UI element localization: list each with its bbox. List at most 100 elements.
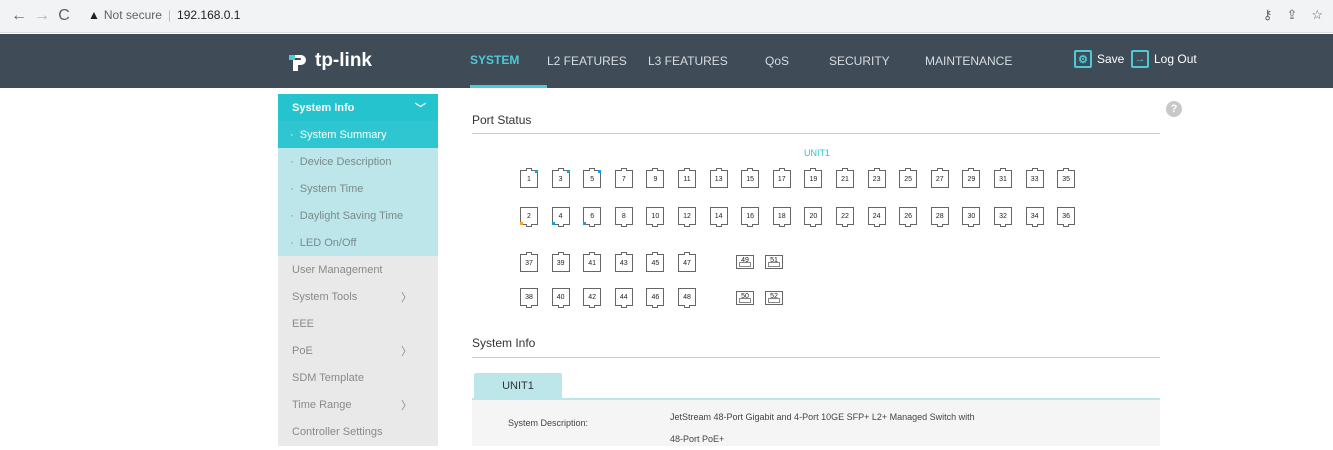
port-number: 11 <box>683 175 691 183</box>
port-22[interactable]: 22 <box>836 207 854 227</box>
port-29[interactable]: 29 <box>962 168 981 188</box>
save-button[interactable]: ⚙ Save <box>1074 50 1124 68</box>
port-11[interactable]: 11 <box>678 168 696 188</box>
port-13[interactable]: 13 <box>709 168 728 188</box>
help-icon[interactable]: ? <box>1166 101 1182 117</box>
port-notch <box>778 224 785 227</box>
sidebar-item-system-time[interactable]: · System Time <box>278 175 438 202</box>
port-47[interactable]: 47 <box>678 252 696 272</box>
port-31[interactable]: 31 <box>994 168 1012 188</box>
port-52[interactable]: 52 <box>765 291 783 305</box>
port-notch <box>652 224 659 227</box>
port-43[interactable]: 43 <box>614 252 633 272</box>
port-51[interactable]: 51 <box>765 255 783 269</box>
port-number: 16 <box>746 212 755 220</box>
back-arrow-icon[interactable]: ← <box>9 6 29 26</box>
sidebar-item-label: System Summary <box>299 128 387 141</box>
port-48[interactable]: 48 <box>678 288 696 308</box>
port-23[interactable]: 23 <box>867 168 886 188</box>
sidebar-item-daylight-saving-time[interactable]: · Daylight Saving Time <box>278 202 438 229</box>
port-46[interactable]: 46 <box>646 288 665 308</box>
tab-maintenance[interactable]: MAINTENANCE <box>925 34 1025 88</box>
port-20[interactable]: 20 <box>804 207 823 227</box>
sidebar-item-sdm-template[interactable]: SDM Template <box>278 364 438 391</box>
tab-l3-features[interactable]: L3 FEATURES <box>648 34 765 88</box>
port-38[interactable]: 38 <box>520 288 538 308</box>
save-gear-icon: ⚙ <box>1074 50 1092 68</box>
tab-system[interactable]: SYSTEM <box>470 34 547 88</box>
port-16[interactable]: 16 <box>741 207 760 227</box>
port-45[interactable]: 45 <box>646 252 665 272</box>
port-19[interactable]: 19 <box>804 168 823 188</box>
sidebar-item-poe[interactable]: PoE 〉 <box>278 337 438 364</box>
port-21[interactable]: 21 <box>836 168 854 188</box>
port-6[interactable]: 6 <box>583 207 602 227</box>
port-42[interactable]: 42 <box>583 288 602 308</box>
port-notch <box>1063 224 1070 227</box>
address-bar[interactable]: ▲ Not secure | 192.168.0.1 <box>88 8 240 22</box>
port-25[interactable]: 25 <box>899 168 918 188</box>
sidebar-item-device-description[interactable]: · Device Description <box>278 148 438 175</box>
sfp-slot <box>768 298 780 303</box>
sidebar-item-time-range[interactable]: Time Range 〉 <box>278 391 438 418</box>
port-5[interactable]: 5 <box>583 168 602 188</box>
sidebar-item-led-on-off[interactable]: · LED On/Off <box>278 229 438 256</box>
tab-unit1[interactable]: UNIT1 <box>474 373 562 398</box>
port-37[interactable]: 37 <box>520 252 538 272</box>
port-30[interactable]: 30 <box>962 207 981 227</box>
sidebar-group-system-info[interactable]: System Info ﹀ <box>278 94 438 121</box>
port-24[interactable]: 24 <box>867 207 886 227</box>
port-2[interactable]: 2 <box>520 207 538 227</box>
port-14[interactable]: 14 <box>709 207 728 227</box>
reload-icon[interactable]: C <box>54 6 74 26</box>
port-39[interactable]: 39 <box>551 252 570 272</box>
port-44[interactable]: 44 <box>614 288 633 308</box>
tab-security[interactable]: SECURITY <box>829 34 925 88</box>
port-number: 7 <box>621 175 626 183</box>
port-8[interactable]: 8 <box>614 207 633 227</box>
system-description-label: System Description: <box>508 418 589 428</box>
port-3[interactable]: 3 <box>551 168 570 188</box>
port-9[interactable]: 9 <box>646 168 665 188</box>
link-status-led <box>551 222 555 225</box>
star-icon[interactable]: ☆ <box>1311 7 1323 23</box>
sidebar-item-system-summary[interactable]: · System Summary <box>278 121 438 148</box>
port-number: 14 <box>714 212 723 220</box>
tab-qos[interactable]: QoS <box>765 34 829 88</box>
sidebar-item-eee[interactable]: EEE <box>278 310 438 337</box>
port-35[interactable]: 35 <box>1057 168 1076 188</box>
port-33[interactable]: 33 <box>1025 168 1044 188</box>
port-40[interactable]: 40 <box>551 288 570 308</box>
port-number: 28 <box>935 212 944 220</box>
tab-l2-features[interactable]: L2 FEATURES <box>547 34 648 88</box>
share-icon[interactable]: ⇪ <box>1286 7 1297 23</box>
forward-arrow-icon[interactable]: → <box>32 6 52 26</box>
port-36[interactable]: 36 <box>1057 207 1076 227</box>
port-27[interactable]: 27 <box>930 168 949 188</box>
port-49[interactable]: 49 <box>736 255 754 269</box>
port-17[interactable]: 17 <box>772 168 791 188</box>
port-12[interactable]: 12 <box>678 207 696 227</box>
sidebar-item-user-management[interactable]: User Management <box>278 256 438 283</box>
port-41[interactable]: 41 <box>583 252 602 272</box>
chevron-right-icon: 〉 <box>401 291 412 304</box>
port-32[interactable]: 32 <box>994 207 1012 227</box>
port-notch <box>589 224 596 227</box>
port-number: 33 <box>1030 175 1039 183</box>
port-18[interactable]: 18 <box>772 207 791 227</box>
port-number: 6 <box>590 212 595 220</box>
sidebar-item-system-tools[interactable]: System Tools 〉 <box>278 283 438 310</box>
port-15[interactable]: 15 <box>741 168 760 188</box>
port-50[interactable]: 50 <box>736 291 754 305</box>
sidebar-item-controller-settings[interactable]: Controller Settings <box>278 418 438 445</box>
port-10[interactable]: 10 <box>646 207 665 227</box>
port-notch <box>1063 168 1070 171</box>
port-26[interactable]: 26 <box>899 207 918 227</box>
port-7[interactable]: 7 <box>614 168 633 188</box>
port-4[interactable]: 4 <box>551 207 570 227</box>
port-34[interactable]: 34 <box>1025 207 1044 227</box>
key-icon[interactable]: ⚷ <box>1263 7 1273 23</box>
port-28[interactable]: 28 <box>930 207 949 227</box>
logout-button[interactable]: → Log Out <box>1131 50 1197 68</box>
port-1[interactable]: 1 <box>520 168 538 188</box>
